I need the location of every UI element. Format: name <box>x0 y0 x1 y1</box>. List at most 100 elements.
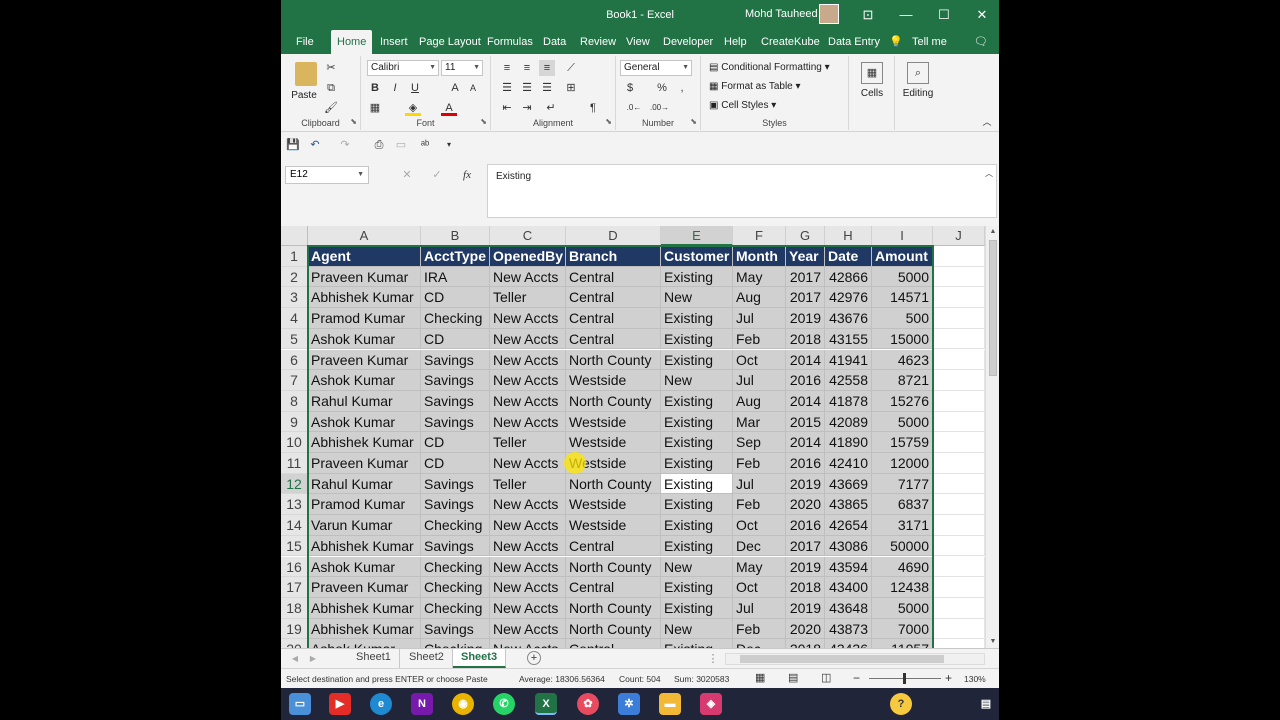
table-cell[interactable]: Praveen Kumar <box>308 266 421 288</box>
empty-cell[interactable] <box>933 556 985 578</box>
empty-cell[interactable] <box>933 618 985 640</box>
table-cell[interactable]: Abhishek Kumar <box>308 432 421 453</box>
table-cell[interactable]: CD <box>421 287 490 309</box>
scroll-down-icon[interactable]: ▼ <box>986 636 999 648</box>
app-icon[interactable]: ✲ <box>618 693 640 715</box>
row-header[interactable]: 10 <box>281 432 308 453</box>
table-cell[interactable]: New <box>661 556 733 578</box>
table-cell[interactable]: Praveen Kumar <box>308 577 421 598</box>
search-icon[interactable]: ⌕ <box>907 62 929 84</box>
table-cell[interactable]: Ashok Kumar <box>308 639 421 648</box>
column-header-d[interactable]: D <box>566 226 661 246</box>
row-header[interactable]: 7 <box>281 370 308 391</box>
align-middle-icon[interactable]: ≡ <box>519 60 535 76</box>
enter-icon[interactable]: ✓ <box>429 167 445 183</box>
empty-cell[interactable] <box>933 411 985 433</box>
table-cell[interactable]: North County <box>566 597 661 619</box>
empty-cell[interactable] <box>933 349 985 371</box>
table-cell[interactable]: Teller <box>490 287 566 309</box>
cancel-icon[interactable]: ✕ <box>399 167 415 183</box>
alignment-launcher-icon[interactable]: ⬊ <box>605 117 612 126</box>
table-cell[interactable]: New Accts <box>490 453 566 474</box>
table-cell[interactable]: Teller <box>490 473 566 495</box>
table-cell[interactable]: Feb <box>733 453 786 474</box>
table-cell[interactable]: Central <box>566 287 661 309</box>
status-count[interactable]: Count: 504 <box>619 674 661 684</box>
table-cell[interactable]: Ashok Kumar <box>308 556 421 578</box>
table-header-cell[interactable]: AcctType <box>421 246 490 267</box>
comma-format-button[interactable]: , <box>674 80 690 96</box>
column-header-c[interactable]: C <box>490 226 566 246</box>
table-cell[interactable]: 15276 <box>872 390 933 412</box>
table-cell[interactable]: Checking <box>421 308 490 329</box>
table-cell[interactable]: Existing <box>661 308 733 329</box>
table-cell[interactable]: Feb <box>733 618 786 640</box>
table-cell[interactable]: 43400 <box>825 577 872 598</box>
horizontal-scroll-thumb[interactable] <box>740 655 944 663</box>
table-header-cell[interactable]: Date <box>825 246 872 267</box>
table-cell[interactable]: New Accts <box>490 328 566 350</box>
table-cell[interactable]: North County <box>566 473 661 495</box>
folder-icon[interactable]: ▬ <box>659 693 681 715</box>
prev-sheet-icon[interactable]: ◀ <box>287 651 303 667</box>
table-cell[interactable]: Pramod Kumar <box>308 308 421 329</box>
table-cell[interactable]: 43086 <box>825 535 872 557</box>
table-cell[interactable]: 43865 <box>825 494 872 516</box>
table-cell[interactable]: Oct <box>733 349 786 371</box>
tab-review[interactable]: Review <box>580 30 616 54</box>
orientation-icon[interactable]: ⟋ <box>563 60 579 76</box>
table-cell[interactable]: Dec <box>733 535 786 557</box>
empty-cell[interactable] <box>933 246 985 267</box>
empty-cell[interactable] <box>933 390 985 412</box>
zoom-slider-thumb[interactable] <box>903 673 906 684</box>
table-cell[interactable]: New Accts <box>490 556 566 578</box>
table-cell[interactable]: CD <box>421 432 490 453</box>
excel-taskbar-icon[interactable]: X <box>535 693 557 715</box>
table-cell[interactable]: New Accts <box>490 308 566 329</box>
worksheet-grid[interactable]: A B C D E F G H I J 1 Agent AcctType OpenedBy Branch Cu… <box>281 226 999 648</box>
decrease-decimal-icon[interactable]: .00→ <box>650 100 669 116</box>
table-header-cell[interactable]: Amount <box>872 246 933 267</box>
merge-center-icon[interactable]: ⊞ <box>563 80 579 96</box>
edge-icon[interactable]: e <box>370 693 392 715</box>
table-cell[interactable]: Varun Kumar <box>308 515 421 536</box>
table-cell[interactable]: 43436 <box>825 639 872 648</box>
table-cell[interactable]: Existing <box>661 515 733 536</box>
table-cell[interactable]: Savings <box>421 390 490 412</box>
table-cell[interactable]: 2019 <box>786 597 825 619</box>
column-header-a[interactable]: A <box>308 226 421 246</box>
row-header[interactable]: 4 <box>281 308 308 329</box>
row-header[interactable]: 19 <box>281 618 308 640</box>
table-cell[interactable]: New Accts <box>490 597 566 619</box>
font-color-button[interactable]: A <box>441 100 457 116</box>
ribbon-display-icon[interactable]: ⊡ <box>859 6 877 24</box>
table-cell[interactable]: Existing <box>661 411 733 433</box>
table-cell[interactable]: Sep <box>733 432 786 453</box>
font-launcher-icon[interactable]: ⬊ <box>480 117 487 126</box>
row-header[interactable]: 6 <box>281 349 308 371</box>
empty-cell[interactable] <box>933 639 985 648</box>
tab-view[interactable]: View <box>626 30 650 54</box>
tab-data-entry[interactable]: Data Entry <box>828 30 880 54</box>
help-icon[interactable]: ? <box>890 693 912 715</box>
table-cell[interactable]: Ashok Kumar <box>308 370 421 391</box>
align-center-icon[interactable]: ☰ <box>519 80 535 96</box>
table-cell[interactable]: 42976 <box>825 287 872 309</box>
table-cell[interactable]: Jul <box>733 597 786 619</box>
table-cell[interactable]: New <box>661 287 733 309</box>
table-cell[interactable]: Mar <box>733 411 786 433</box>
table-cell[interactable]: Jul <box>733 308 786 329</box>
table-cell[interactable]: New Accts <box>490 577 566 598</box>
tab-createkube[interactable]: CreateKube <box>761 30 820 54</box>
print-preview-icon[interactable]: ⎙ <box>371 137 387 153</box>
table-cell[interactable]: Central <box>566 308 661 329</box>
table-cell[interactable]: 2014 <box>786 390 825 412</box>
status-average[interactable]: Average: 18306.56364 <box>519 674 605 684</box>
table-cell[interactable]: 5000 <box>872 597 933 619</box>
table-cell[interactable]: 41878 <box>825 390 872 412</box>
row-header[interactable]: 8 <box>281 390 308 412</box>
table-cell[interactable]: New <box>661 370 733 391</box>
decrease-font-button[interactable]: A <box>465 80 481 96</box>
paste-icon[interactable] <box>295 62 317 86</box>
customize-qat-icon[interactable]: ▾ <box>441 137 457 153</box>
